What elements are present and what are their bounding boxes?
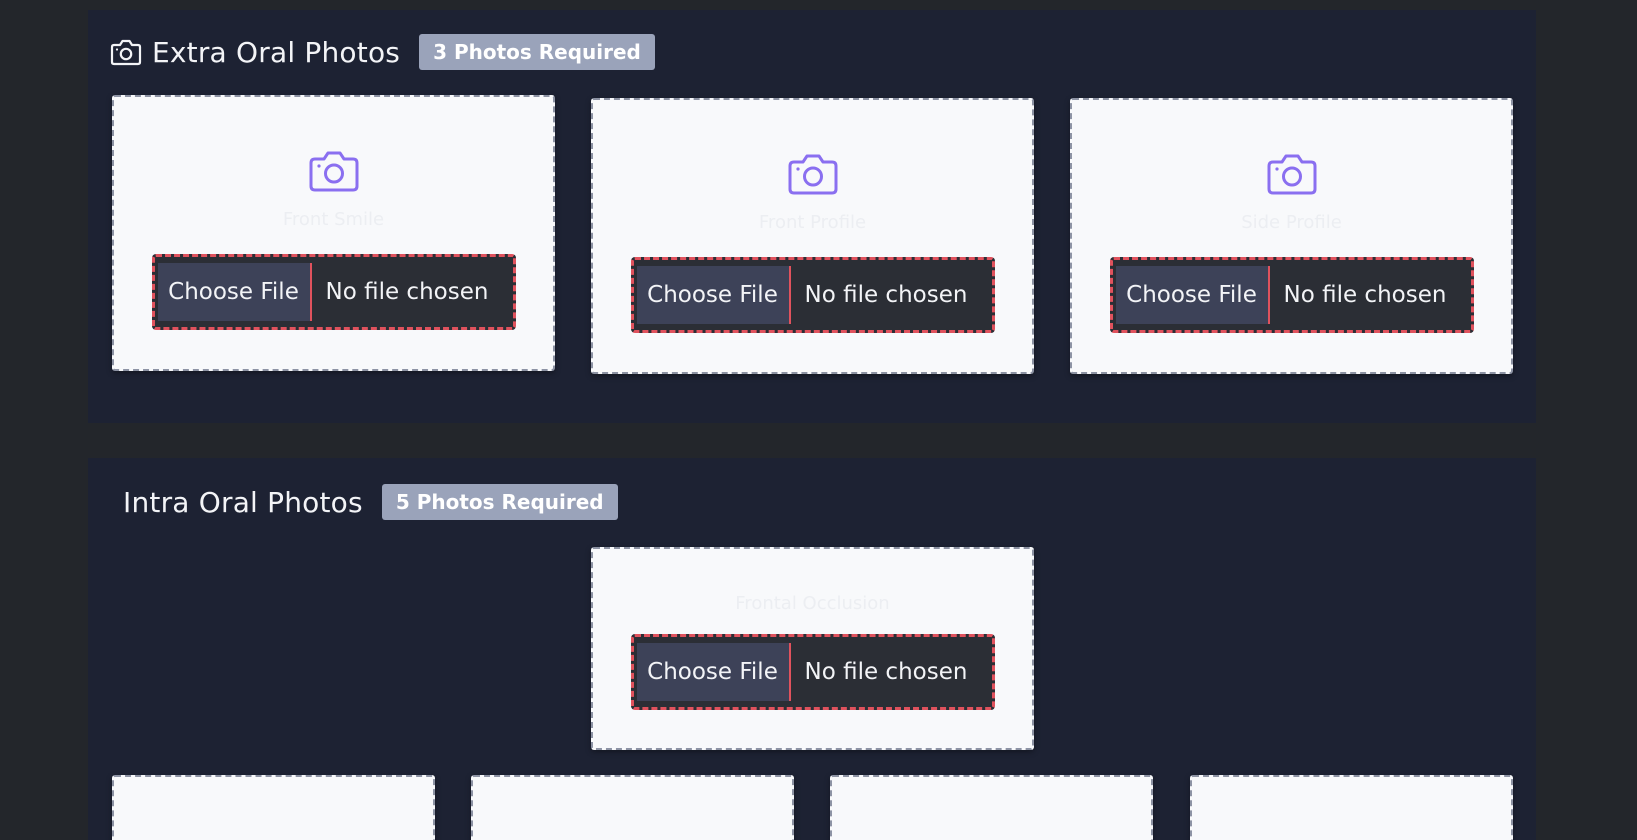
camera-icon xyxy=(308,149,360,193)
photos-required-badge: 3 Photos Required xyxy=(419,34,655,70)
upload-card-side-profile[interactable]: Side Profile Choose File No file chosen xyxy=(1070,98,1513,374)
photos-required-badge: 5 Photos Required xyxy=(381,484,618,520)
file-status: No file chosen xyxy=(804,282,968,308)
choose-file-button[interactable]: Choose File xyxy=(157,263,312,321)
upload-card-frontal-occlusion[interactable]: Frontal Occlusion Choose File No file ch… xyxy=(591,547,1034,750)
camera-icon xyxy=(1266,152,1318,196)
upload-card-front-profile[interactable]: Front Profile Choose File No file chosen xyxy=(591,98,1034,374)
choose-file-button[interactable]: Choose File xyxy=(1115,266,1270,324)
upload-card[interactable] xyxy=(112,775,435,840)
file-status: No file chosen xyxy=(325,279,489,305)
file-input[interactable]: Choose File No file chosen xyxy=(630,257,995,333)
upload-card[interactable] xyxy=(830,775,1153,840)
extra-oral-title: Extra Oral Photos xyxy=(152,35,401,69)
upload-card[interactable] xyxy=(471,775,794,840)
intra-oral-title: Intra Oral Photos xyxy=(123,485,363,519)
upload-card[interactable] xyxy=(1190,775,1513,840)
card-label: Front Smile xyxy=(282,209,385,230)
card-label: Front Profile xyxy=(758,212,867,233)
file-status: No file chosen xyxy=(1283,282,1447,308)
camera-icon xyxy=(787,152,839,196)
file-input[interactable]: Choose File No file chosen xyxy=(630,634,995,710)
extra-oral-header: Extra Oral Photos 3 Photos Required xyxy=(110,34,655,70)
choose-file-button[interactable]: Choose File xyxy=(636,266,791,324)
camera-icon xyxy=(110,36,142,68)
choose-file-button[interactable]: Choose File xyxy=(636,643,791,701)
file-input[interactable]: Choose File No file chosen xyxy=(1109,257,1474,333)
file-input[interactable]: Choose File No file chosen xyxy=(151,254,516,330)
intra-oral-header: Intra Oral Photos 5 Photos Required xyxy=(123,484,618,520)
card-label: Frontal Occlusion xyxy=(735,593,890,614)
file-status: No file chosen xyxy=(804,659,968,685)
card-label: Side Profile xyxy=(1241,212,1342,233)
page: Extra Oral Photos 3 Photos Required Fron… xyxy=(0,0,1637,840)
upload-card-front-smile[interactable]: Front Smile Choose File No file chosen xyxy=(112,95,555,371)
